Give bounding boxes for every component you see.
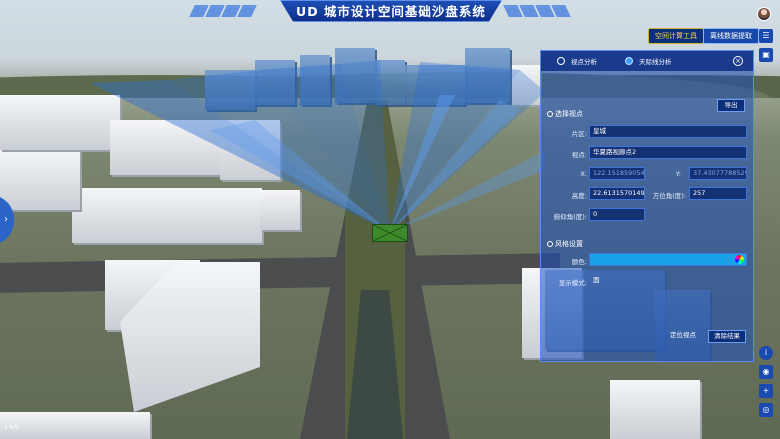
azimuth-label: 方位角(度):	[652, 192, 686, 200]
spatial-tools-button[interactable]: 空间计算工具	[648, 28, 704, 44]
close-icon[interactable]: ×	[733, 56, 743, 66]
azimuth-field[interactable]: 257	[689, 187, 747, 200]
highlighted-building	[375, 60, 405, 105]
pitch-field[interactable]: 0	[589, 208, 645, 221]
pitch-label: 俯仰角(度):	[553, 213, 587, 221]
highlighted-building	[335, 48, 375, 103]
radio-skyline-analysis[interactable]	[625, 57, 633, 65]
info-icon[interactable]: i	[759, 346, 773, 360]
highlighted-building	[300, 55, 330, 105]
radio-viewpoint-analysis[interactable]	[557, 57, 565, 65]
highlighted-building	[255, 60, 295, 105]
building	[610, 380, 700, 439]
panel-tabs: 视点分析 天际线分析	[541, 51, 753, 71]
app-title: UD 城市设计空间基础沙盘系统	[280, 0, 502, 22]
lock-icon[interactable]: ▣	[759, 48, 773, 62]
height-field[interactable]: 22.61315701491Q	[589, 187, 645, 200]
building	[510, 65, 540, 105]
cross-road	[0, 253, 560, 293]
highlighted-building	[205, 70, 255, 110]
viewpoint-select[interactable]: 华夏路视廊点2	[589, 146, 747, 159]
analysis-panel: 视点分析 天际线分析 × 导出 选择视点 片区: 皇城 视点: 华夏路视廊点2 …	[540, 50, 754, 362]
title-decoration-right	[503, 2, 586, 18]
eye-icon	[547, 111, 553, 117]
section-title-text: 风格设置	[555, 240, 583, 248]
building	[0, 150, 80, 210]
highlighted-building	[405, 65, 465, 105]
highlighted-building	[465, 48, 510, 103]
offline-data-button[interactable]: 离线数据提取	[703, 28, 759, 44]
clear-results-button[interactable]: 清除结果	[708, 330, 746, 343]
title-decoration-left	[189, 2, 272, 18]
palette-icon	[547, 241, 553, 247]
section-title-text: 选择视点	[555, 110, 583, 118]
building	[220, 120, 280, 180]
color-label: 颜色:	[571, 258, 587, 266]
x-field[interactable]: 122.15185905402	[589, 167, 645, 180]
building	[72, 188, 262, 243]
building	[110, 120, 220, 175]
tab-skyline-analysis[interactable]: 天际线分析	[639, 56, 672, 66]
camera-icon[interactable]: ◉	[759, 365, 773, 379]
list-icon[interactable]: ☰	[759, 29, 773, 43]
x-label: X:	[580, 170, 587, 178]
user-avatar[interactable]	[757, 7, 771, 21]
building	[0, 412, 150, 439]
display-mode-label: 显示模式:	[558, 279, 587, 287]
observer-point[interactable]	[372, 224, 408, 242]
section-style-settings: 风格设置	[547, 239, 583, 249]
y-field[interactable]: 37.43077788529	[689, 167, 747, 180]
district-label: 片区:	[571, 130, 587, 138]
section-select-viewpoint: 选择视点	[547, 109, 583, 119]
district-select[interactable]: 皇城	[589, 125, 747, 138]
building	[260, 190, 300, 230]
color-picker[interactable]	[589, 253, 747, 266]
color-wheel-icon[interactable]	[735, 255, 744, 264]
plus-icon[interactable]: +	[759, 384, 773, 398]
height-label: 高度:	[571, 192, 587, 200]
building	[0, 95, 120, 150]
eye-icon[interactable]: ◎	[759, 403, 773, 417]
map-scale: 1 km	[4, 424, 20, 431]
locate-viewpoint-button[interactable]: 定位视点	[665, 330, 701, 343]
export-button[interactable]: 导出	[717, 99, 745, 112]
display-mode-select[interactable]: 面	[589, 274, 747, 287]
y-label: Y:	[675, 170, 681, 178]
viewpoint-label: 视点:	[571, 151, 587, 159]
tab-viewpoint-analysis[interactable]: 视点分析	[571, 56, 597, 66]
